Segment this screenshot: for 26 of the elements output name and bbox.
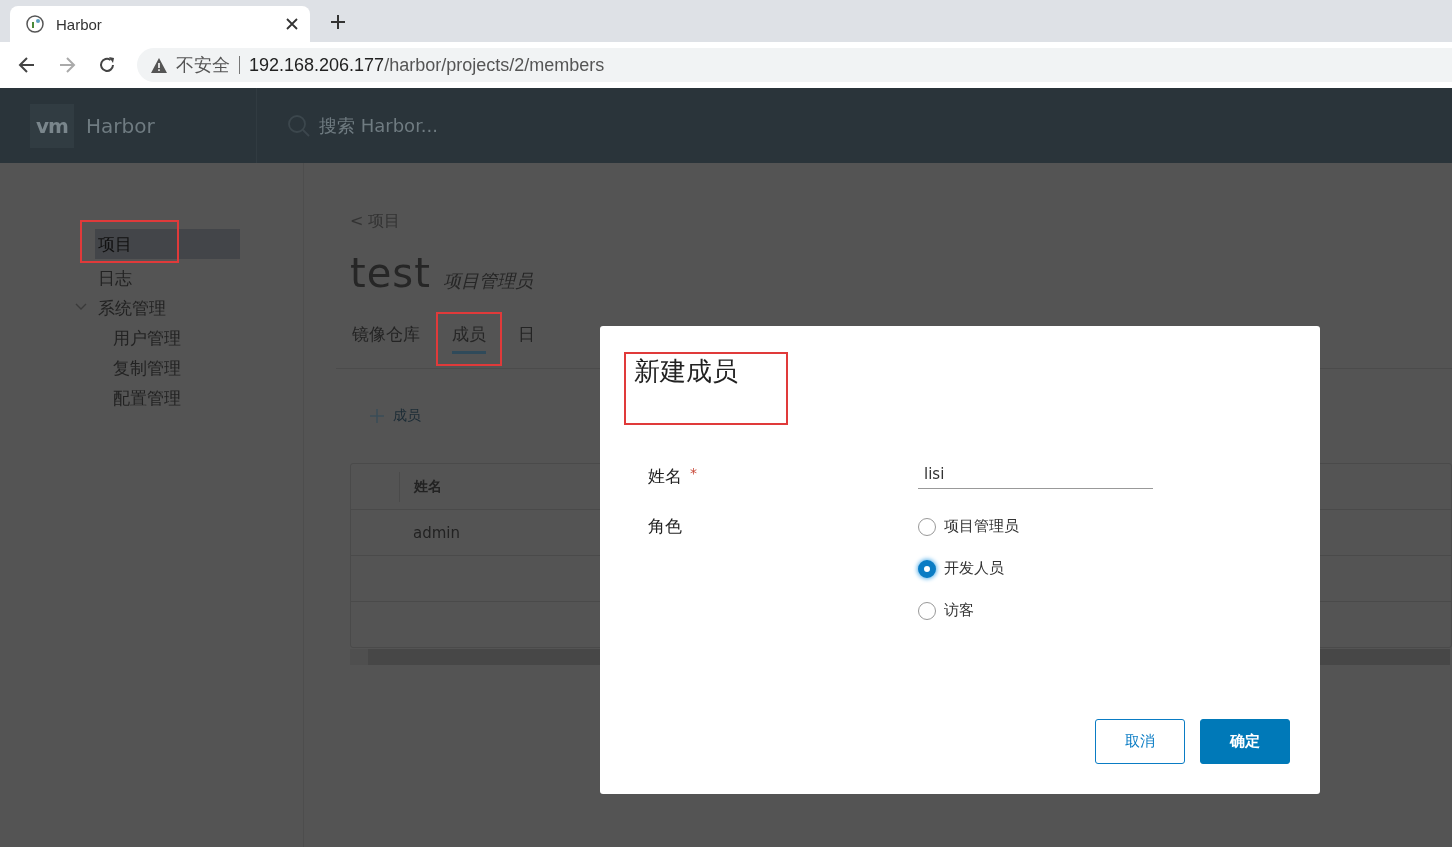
cancel-button[interactable]: 取消 bbox=[1095, 719, 1185, 764]
tab-title: Harbor bbox=[56, 15, 103, 33]
product-name: Harbor bbox=[86, 113, 155, 138]
forward-icon[interactable] bbox=[57, 55, 77, 75]
site-icon bbox=[26, 15, 44, 33]
radio-label: 项目管理员 bbox=[944, 517, 1019, 536]
new-tab-icon[interactable] bbox=[330, 14, 346, 30]
required-mark: * bbox=[690, 465, 697, 483]
radio-label: 开发人员 bbox=[944, 559, 1004, 578]
plus-icon bbox=[370, 409, 384, 423]
logo: vm bbox=[30, 103, 74, 148]
radio-label: 访客 bbox=[944, 601, 974, 620]
search-field[interactable]: 搜索 Harbor... bbox=[317, 114, 621, 137]
field-label: 角色 bbox=[648, 515, 682, 538]
radio-button[interactable] bbox=[918, 559, 936, 578]
warning-icon bbox=[151, 57, 167, 73]
back-icon[interactable] bbox=[17, 55, 37, 75]
dialog-title: 新建成员 bbox=[634, 355, 738, 388]
reload-icon[interactable] bbox=[97, 55, 117, 75]
field-label: 姓名 bbox=[648, 465, 682, 488]
address-bar[interactable]: 不安全 192.168.206.177/harbor/projects/2/members bbox=[137, 48, 1452, 82]
browser-tab[interactable]: Harbor bbox=[10, 6, 310, 42]
close-icon[interactable] bbox=[286, 18, 298, 30]
security-label: 不安全 bbox=[176, 53, 230, 77]
url-text: 192.168.206.177/harbor/projects/2/members bbox=[249, 54, 605, 76]
confirm-button[interactable]: 确定 bbox=[1200, 719, 1290, 764]
